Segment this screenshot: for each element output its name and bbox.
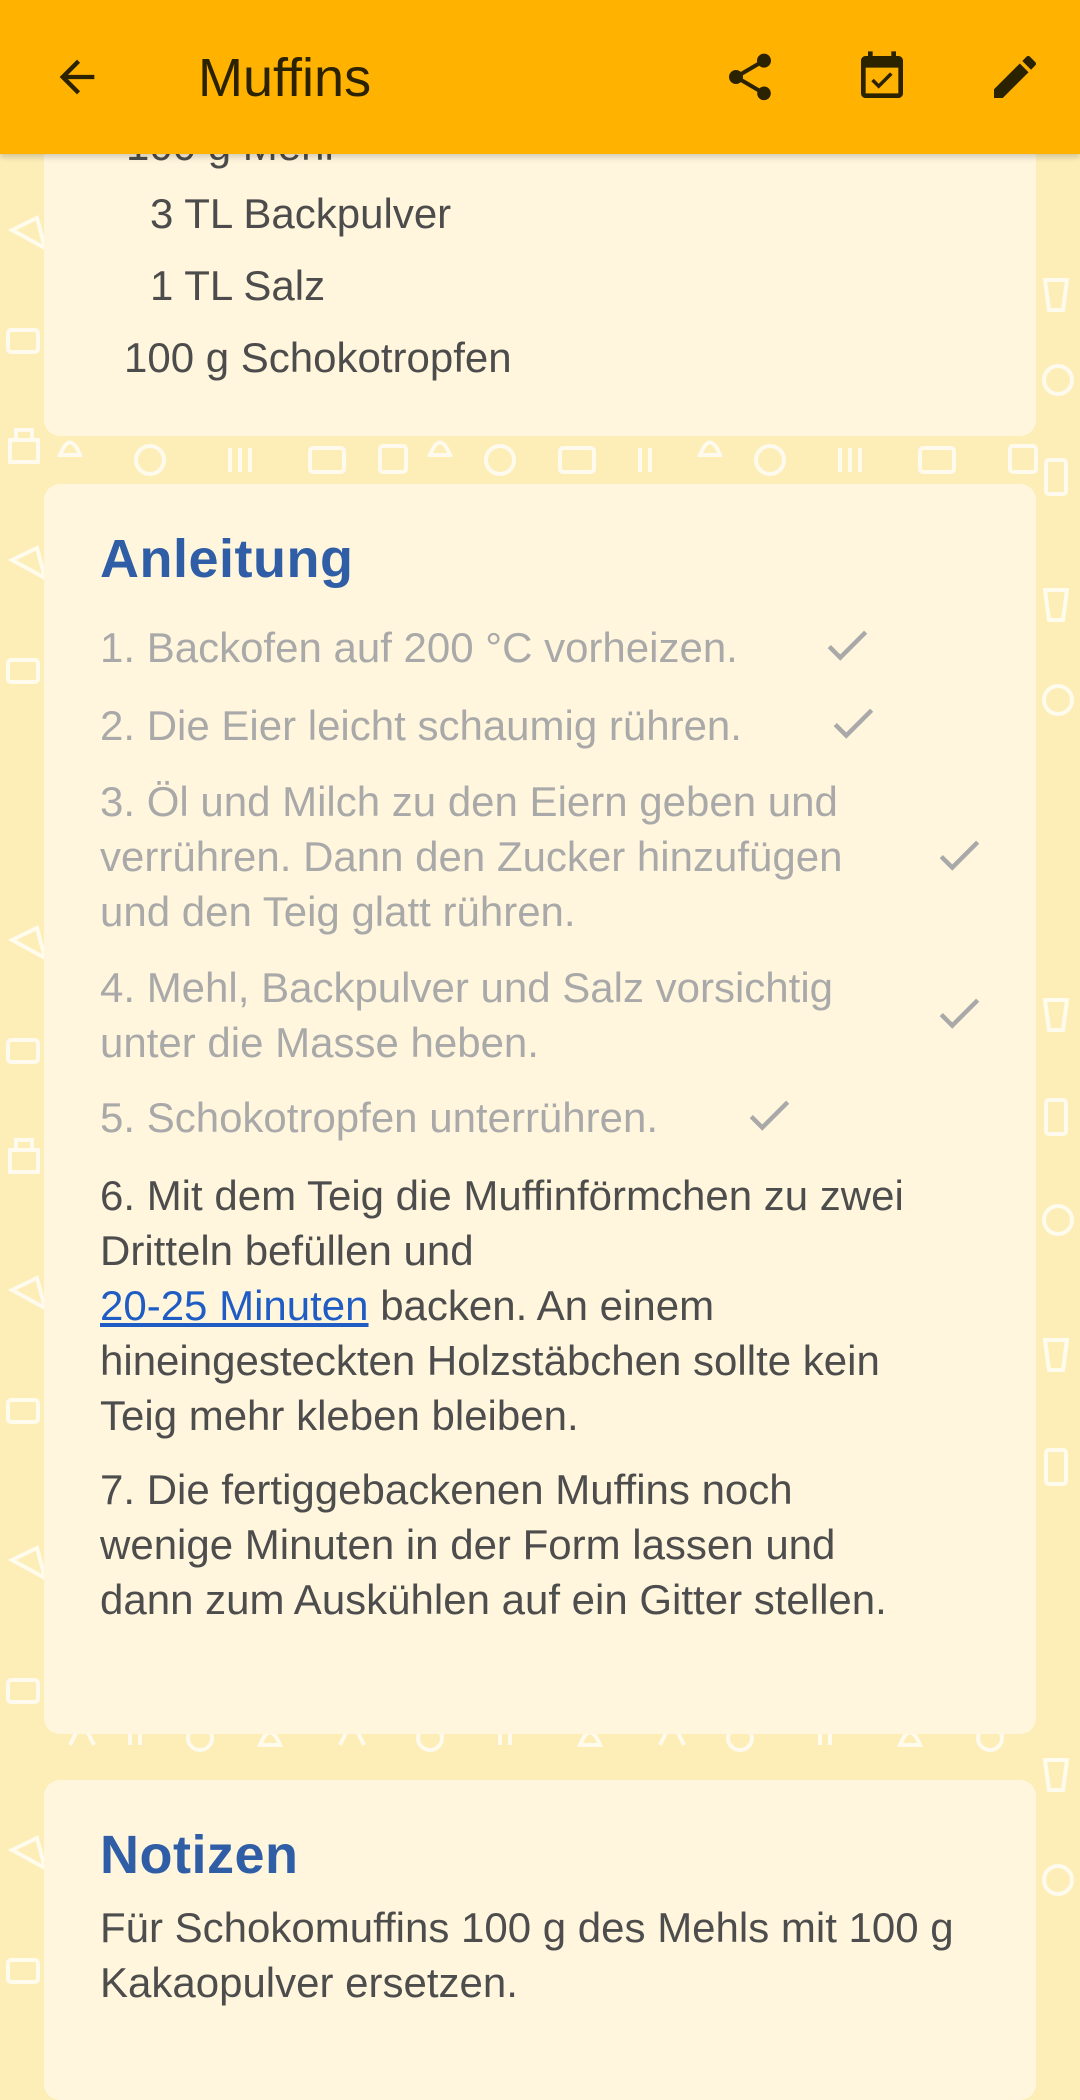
ingredient-amount: 3 TL	[150, 190, 232, 237]
notes-heading: Notizen	[100, 1825, 299, 1885]
edit-pencil-icon	[994, 55, 1037, 98]
ingredient-name: Salz	[243, 262, 326, 309]
step-text: 6. Mit dem Teig die Muffinförmchen zu zw…	[100, 1172, 904, 1274]
ingredient-amount: 1 TL	[150, 262, 232, 309]
checkmark-icon	[749, 1100, 790, 1131]
checkmark-icon	[833, 708, 874, 739]
edit-button[interactable]	[975, 37, 1055, 117]
checkmark-icon	[827, 630, 868, 661]
instruction-step-7[interactable]: 7. Die fertiggebackenen Muffins noch wen…	[100, 1462, 930, 1627]
instruction-step-1[interactable]: 1. Backofen auf 200 °C vorheizen.	[100, 620, 738, 675]
instruction-step-4[interactable]: 4. Mehl, Backpulver und Salz vorsichtig …	[100, 960, 930, 1070]
ingredient-row: 1 TL Salz	[150, 262, 325, 310]
add-to-calendar-button[interactable]	[842, 37, 922, 117]
instruction-step-3[interactable]: 3. Öl und Milch zu den Eiern geben und v…	[100, 774, 920, 939]
notes-text: Für Schokomuffins 100 g des Mehls mit 10…	[100, 1904, 954, 2006]
ingredient-amount: 100 g	[124, 334, 230, 381]
instruction-step-5[interactable]: 5. Schokotropfen unterrühren.	[100, 1090, 658, 1145]
timer-link[interactable]: 20-25 Minuten	[100, 1282, 369, 1329]
back-button[interactable]	[37, 37, 117, 117]
instruction-step-6[interactable]: 6. Mit dem Teig die Muffinförmchen zu zw…	[100, 1168, 920, 1443]
ingredient-name: Backpulver	[243, 190, 452, 237]
checkmark-icon	[939, 998, 980, 1029]
ingredient-name: Schokotropfen	[240, 334, 512, 381]
ingredient-row: 3 TL Backpulver	[150, 190, 451, 238]
checkmark-icon	[939, 840, 980, 871]
instructions-heading: Anleitung	[100, 529, 354, 589]
share-icon	[729, 53, 771, 101]
page-title: Muffins	[198, 48, 372, 108]
share-button[interactable]	[710, 37, 790, 117]
instruction-step-2[interactable]: 2. Die Eier leicht schaumig rühren.	[100, 698, 742, 753]
ingredient-row: 100 g Schokotropfen	[124, 334, 512, 382]
app-bar: Muffins	[0, 0, 1080, 154]
back-arrow-icon	[59, 59, 95, 95]
calendar-check-icon	[861, 51, 903, 98]
